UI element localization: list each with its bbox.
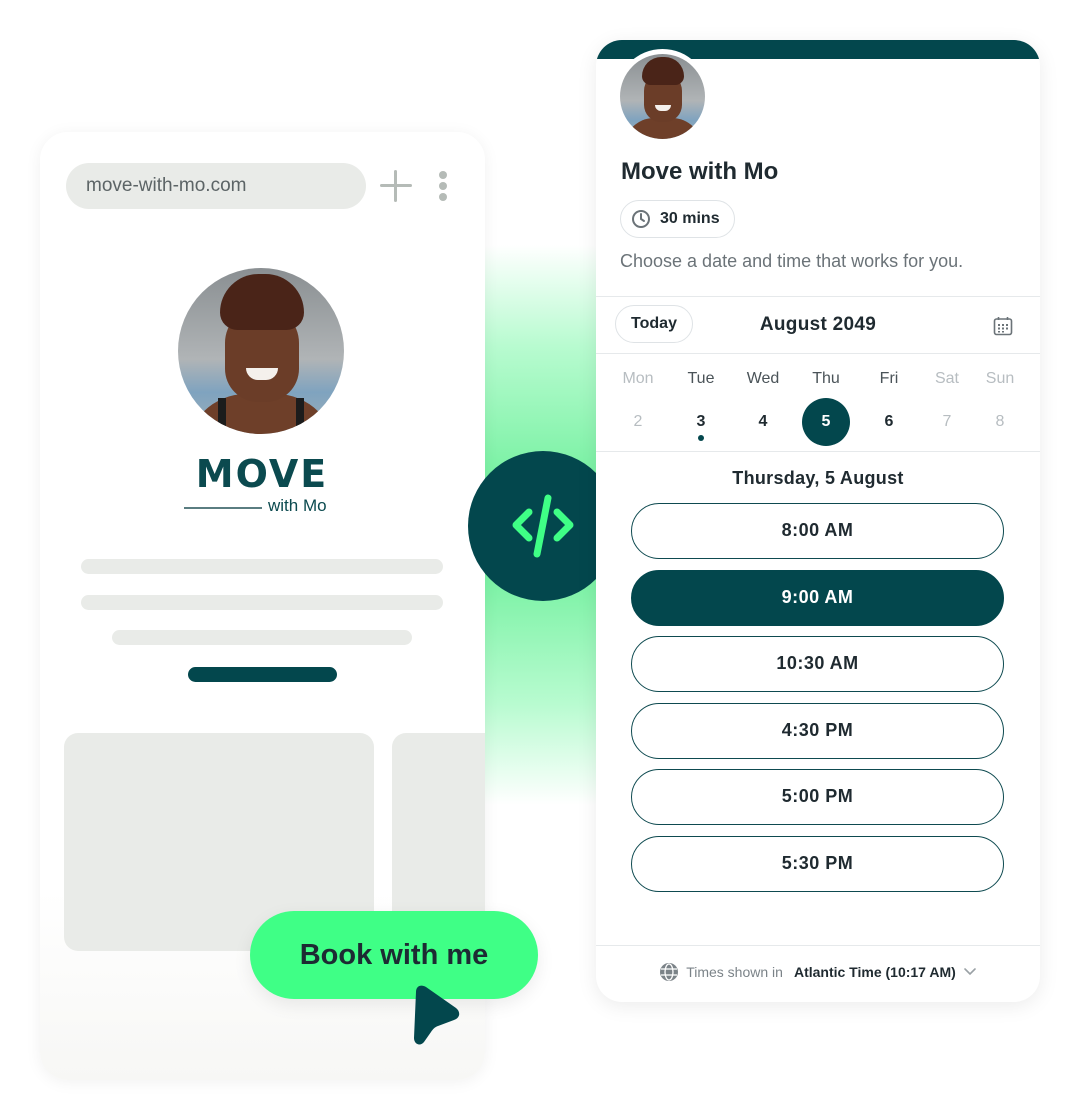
divider xyxy=(596,353,1040,354)
time-slot[interactable]: 5:30 PM xyxy=(631,836,1004,892)
day-mon[interactable]: Mon 2 xyxy=(608,368,668,446)
day-tue[interactable]: Tue 3 xyxy=(671,368,731,446)
today-indicator-dot xyxy=(698,435,704,441)
day-fri[interactable]: Fri 6 xyxy=(859,368,919,446)
book-with-me-button[interactable]: Book with me xyxy=(250,911,538,999)
pointer-cursor-icon xyxy=(414,985,460,1045)
code-icon xyxy=(512,494,574,558)
time-slot[interactable]: 5:00 PM xyxy=(631,769,1004,825)
chevron-down-icon xyxy=(963,968,976,976)
divider xyxy=(596,451,1040,452)
booking-widget: Move with Mo 30 mins Choose a date and t… xyxy=(596,40,1040,1002)
month-label: August 2049 xyxy=(759,314,877,335)
time-slot[interactable]: 4:30 PM xyxy=(631,703,1004,759)
brand-logo: MOVE with Mo xyxy=(182,454,342,516)
timezone-selector[interactable]: Times shown in Atlantic Time (10:17 AM) xyxy=(596,962,1040,982)
duration-text: 30 mins xyxy=(660,210,720,227)
button-placeholder xyxy=(188,667,337,682)
week-strip: Mon 2 Tue 3 Wed 4 Thu 5 Fri 6 Sat 7 Sun … xyxy=(606,368,1030,448)
url-bar[interactable]: move-with-mo.com xyxy=(66,163,366,209)
selected-date-heading: Thursday, 5 August xyxy=(732,468,904,488)
day-sun[interactable]: Sun 8 xyxy=(970,368,1030,446)
today-button[interactable]: Today xyxy=(615,305,693,343)
time-slot-selected[interactable]: 9:00 AM xyxy=(631,570,1004,626)
text-placeholder xyxy=(81,559,443,574)
globe-icon xyxy=(660,963,679,981)
day-wed[interactable]: Wed 4 xyxy=(733,368,793,446)
day-sat[interactable]: Sat 7 xyxy=(917,368,977,446)
plus-icon[interactable] xyxy=(380,170,412,202)
logo-wordmark: MOVE xyxy=(195,452,329,496)
divider xyxy=(596,296,1040,297)
event-title: Move with Mo xyxy=(621,158,779,185)
logo-subtitle: with Mo xyxy=(268,496,327,515)
duration-badge: 30 mins xyxy=(620,200,735,238)
text-placeholder xyxy=(112,630,412,645)
logo-rule xyxy=(184,507,262,509)
timezone-value: Atlantic Time (10:17 AM) xyxy=(793,964,956,980)
text-placeholder xyxy=(81,595,443,610)
clock-icon xyxy=(632,210,650,228)
kebab-menu-icon[interactable] xyxy=(438,171,448,203)
host-avatar xyxy=(616,49,709,142)
calendar-icon[interactable] xyxy=(993,316,1013,336)
timezone-label: Times shown in xyxy=(686,964,783,980)
day-thu[interactable]: Thu 5 xyxy=(796,368,856,446)
divider xyxy=(596,945,1040,946)
time-slot[interactable]: 8:00 AM xyxy=(631,503,1004,559)
time-slot[interactable]: 10:30 AM xyxy=(631,636,1004,692)
profile-photo xyxy=(178,268,344,434)
instructions-text: Choose a date and time that works for yo… xyxy=(620,251,964,271)
